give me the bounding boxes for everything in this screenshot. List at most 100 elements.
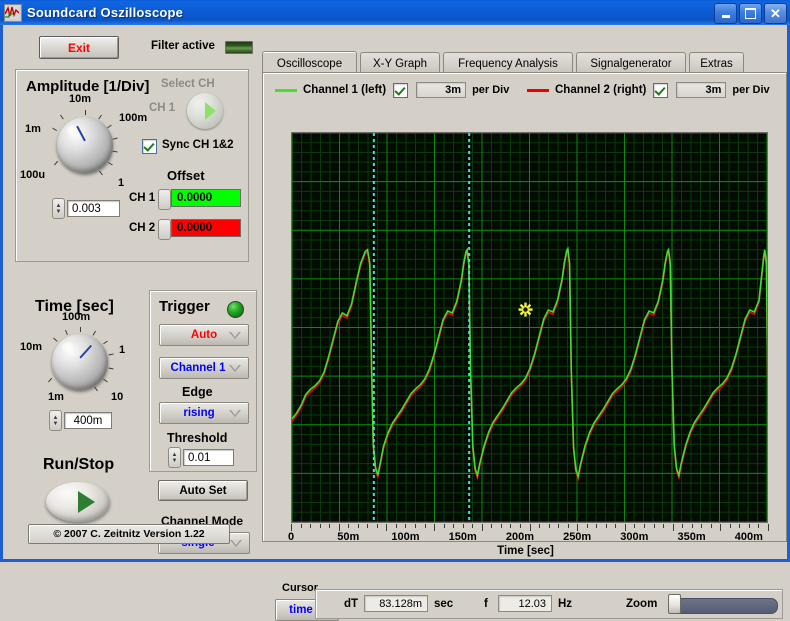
threshold-input[interactable]: 0.01 [183, 449, 234, 466]
x-axis-tick [357, 524, 359, 528]
trigger-group: Trigger Auto Channel 1 Edge rising Thres… [149, 290, 257, 472]
channel-1-label: Channel 1 (left) [303, 84, 387, 96]
channel-2-div-value[interactable]: 3m [676, 82, 727, 98]
control-panel: Exit Filter active Amplitude [1/Div] 10m… [3, 25, 259, 559]
x-axis-tick [443, 524, 445, 528]
x-axis-tick [453, 524, 455, 528]
amplitude-spinner[interactable]: ▲ ▼ [52, 198, 65, 219]
select-ch-label: Select CH [161, 78, 215, 90]
offset-title: Offset [167, 168, 205, 183]
x-axis-tick [481, 524, 483, 531]
offset-ch2-value[interactable]: 0.0000 [171, 219, 241, 237]
f-label: f [484, 598, 488, 610]
channel-1-per-div-label: per Div [472, 84, 510, 96]
x-axis-label: 400m [734, 531, 763, 543]
scope-canvas [292, 133, 767, 522]
trigger-edge-value: rising [183, 407, 215, 419]
tab-area: Oscilloscope X-Y Graph Frequency Analysi… [262, 28, 787, 621]
tab-extras[interactable]: Extras [689, 52, 744, 74]
trigger-source-dropdown[interactable]: Channel 1 [159, 357, 249, 379]
time-tick-1: 1 [119, 344, 126, 356]
copyright-label: © 2007 C. Zeitnitz Version 1.22 [28, 524, 230, 544]
zoom-slider-thumb[interactable] [668, 594, 681, 614]
app-window: Soundcard Oszilloscope ✕ Exit Filter act… [0, 0, 790, 621]
auto-set-button[interactable]: Auto Set [158, 480, 248, 501]
trigger-edge-label: Edge [182, 385, 213, 399]
maximize-icon [745, 8, 756, 19]
oscilloscope-plot[interactable] [291, 132, 768, 523]
channel-1-div-value[interactable]: 3m [416, 82, 467, 98]
x-axis-tick [596, 524, 598, 528]
cursor-readout-bar: dT 83.128m sec f 12.03 Hz Zoom [315, 589, 783, 619]
amplitude-tick-100m: 100m [119, 112, 148, 124]
x-axis-tick [710, 524, 712, 528]
offset-ch2-label: CH 2 [129, 222, 156, 234]
trigger-mode-dropdown[interactable]: Auto [159, 324, 249, 346]
x-axis-tick [510, 524, 512, 528]
exit-button[interactable]: Exit [39, 36, 119, 59]
run-stop-button[interactable] [46, 482, 110, 522]
amplitude-tick-1m: 1m [25, 123, 41, 135]
amplitude-value-field[interactable]: ▲ ▼ 0.003 [52, 198, 120, 219]
trigger-threshold-label: Threshold [167, 431, 228, 445]
zoom-label: Zoom [626, 598, 658, 610]
tab-strip: Oscilloscope X-Y Graph Frequency Analysi… [262, 51, 787, 75]
x-axis-tick [567, 524, 569, 528]
trigger-threshold-field[interactable]: ▲ ▼ 0.01 [168, 447, 234, 468]
filter-active-label: Filter active [151, 40, 215, 52]
sync-ch-checkbox[interactable] [142, 139, 157, 154]
x-axis-tick [701, 524, 703, 528]
time-knob[interactable] [52, 334, 108, 390]
offset-ch1-spinner[interactable] [158, 189, 171, 210]
x-axis-tick [739, 524, 741, 528]
x-axis-tick [434, 524, 436, 531]
amplitude-value-input[interactable]: 0.003 [67, 200, 120, 217]
oscilloscope-panel: Channel 1 (left) 3m per Div Channel 2 (r… [262, 72, 787, 621]
filter-active-led[interactable] [225, 41, 253, 54]
x-axis-tick [586, 524, 588, 528]
chevron-down-icon [229, 365, 241, 372]
x-axis-tick [310, 524, 312, 528]
x-axis-label: 50m [337, 531, 360, 543]
channel-2-per-div-label: per Div [732, 84, 770, 96]
x-axis-tick [539, 524, 541, 528]
threshold-spinner[interactable]: ▲ ▼ [168, 447, 181, 468]
time-knob-highlight [61, 342, 76, 353]
channel-2-label: Channel 2 (right) [555, 84, 647, 96]
x-axis-tick [643, 524, 645, 528]
time-value-input[interactable]: 400m [64, 412, 112, 429]
tab-signalgenerator[interactable]: Signalgenerator [576, 52, 686, 74]
tab-xy-graph[interactable]: X-Y Graph [360, 52, 440, 74]
trigger-edge-dropdown[interactable]: rising [159, 402, 249, 424]
time-group: Time [sec] 100m 1 10 1m 10m ▲ ▼ 400m Run… [15, 290, 145, 544]
chevron-down-icon [229, 332, 241, 339]
x-axis-label: 150m [448, 531, 477, 543]
client-area: Exit Filter active Amplitude [1/Div] 10m… [0, 25, 790, 621]
offset-ch2-spinner[interactable] [158, 219, 171, 240]
waveform-icon [4, 3, 22, 22]
zoom-slider-track[interactable] [668, 598, 778, 614]
time-knob-pointer [79, 344, 93, 359]
x-axis-tick [672, 524, 674, 531]
offset-ch1-label: CH 1 [129, 192, 156, 204]
time-value-field[interactable]: ▲ ▼ 400m [49, 410, 112, 431]
channel-1-checkbox[interactable] [393, 82, 409, 98]
offset-ch1-value[interactable]: 0.0000 [171, 189, 241, 207]
minimize-button[interactable] [714, 3, 737, 24]
x-axis-label: 200m [505, 531, 534, 543]
maximize-button[interactable] [739, 3, 762, 24]
x-axis-tick [500, 524, 502, 528]
select-ch-knob[interactable] [187, 93, 223, 129]
tab-frequency-analysis[interactable]: Frequency Analysis [443, 52, 573, 74]
trigger-title: Trigger [159, 298, 210, 315]
x-axis-tick [300, 524, 302, 528]
channel-2-checkbox[interactable] [653, 82, 669, 98]
close-button[interactable]: ✕ [764, 3, 787, 24]
x-axis-tick [415, 524, 417, 528]
amplitude-knob[interactable] [57, 117, 113, 173]
x-axis-label: 100m [391, 531, 420, 543]
time-tick-1m: 1m [48, 391, 64, 403]
time-spinner[interactable]: ▲ ▼ [49, 410, 62, 431]
x-axis-tick [491, 524, 493, 528]
x-axis-tick [519, 524, 521, 528]
